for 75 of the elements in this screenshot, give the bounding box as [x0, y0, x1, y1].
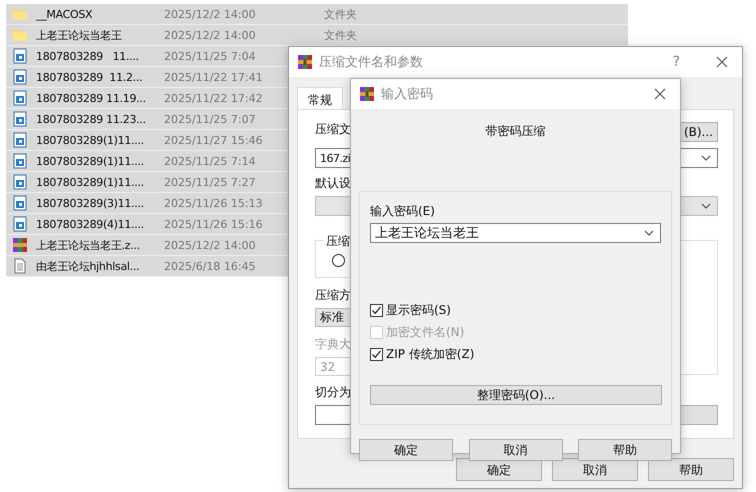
file-date: 2025/6/18 16:45	[164, 260, 257, 272]
file-date: 2025/12/2 14:00	[164, 238, 257, 252]
document-icon	[12, 111, 28, 127]
window-title: 输入密码	[381, 86, 434, 103]
document-icon	[12, 48, 28, 64]
file-name: 由老王论坛hjhhlsal...	[36, 258, 140, 274]
document-icon	[12, 90, 28, 106]
browse-button[interactable]: (B)...	[678, 122, 718, 142]
tab[interactable]: 常规	[297, 87, 343, 109]
file-date: 2025/12/2 14:00	[164, 8, 257, 20]
books-icon	[297, 54, 313, 70]
document-icon	[12, 132, 28, 148]
file-date: 2025/11/22 17:41	[164, 70, 264, 84]
document-icon	[12, 174, 28, 190]
file-name: 1807803289(1)11....	[36, 134, 145, 146]
close-icon[interactable]	[654, 88, 666, 100]
dialog-button[interactable]: 取消	[468, 439, 562, 461]
file-date: 2025/11/26 15:13	[164, 196, 264, 210]
file-name: 上老王论坛当老王	[36, 28, 123, 42]
checkbox-label: 显示密码(S)	[386, 302, 451, 318]
password-field[interactable]: 上老王论坛当老王	[370, 223, 661, 243]
file-name: 1807803289(3)11....	[36, 196, 145, 210]
field-label: 压缩方	[315, 288, 351, 302]
file-date: 2025/11/25 7:27	[164, 176, 257, 188]
chevron-icon	[701, 203, 711, 209]
file-name: 1807803289(4)11....	[36, 218, 145, 230]
checkbox-label: ZIP 传统加密(Z)	[386, 346, 474, 362]
dialog-heading: 带密码压缩	[484, 123, 546, 139]
file-type: 文件夹	[324, 28, 357, 42]
field-label: 输入密码(E)	[370, 204, 436, 218]
file-row[interactable]: 上老王论坛当老王 2025/12/2 14:00 文件夹	[6, 25, 628, 46]
file-date: 2025/11/25 7:14	[164, 154, 257, 168]
dialog-button[interactable]: 帮助	[648, 458, 734, 481]
folder-icon	[12, 6, 28, 22]
file-name: 1807803289 11.2...	[36, 70, 144, 84]
window-title: 压缩文件名和参数	[319, 54, 424, 71]
field-label: 压缩文	[315, 122, 351, 136]
checkbox[interactable]	[370, 348, 383, 360]
document-icon	[12, 195, 28, 211]
file-name: 1807803289 11....	[36, 50, 140, 62]
file-name: 上老王论坛当老王.z...	[36, 238, 141, 252]
file-date: 2025/11/27 15:46	[164, 134, 264, 146]
dialog-button[interactable]: 确定	[359, 439, 453, 461]
file-name: 1807803289(1)11....	[36, 154, 145, 168]
field-label: 字典大	[315, 337, 351, 351]
help-button[interactable]: ?	[672, 54, 680, 70]
file-type: 文件夹	[324, 6, 357, 22]
file-date: 2025/11/25 7:04	[164, 50, 257, 62]
file-name: __MACOSX	[36, 8, 94, 20]
file-name: 1807803289 11.19...	[36, 92, 147, 104]
close-icon[interactable]	[716, 56, 728, 68]
checkbox[interactable]	[370, 304, 383, 316]
file-name: 1807803289 11.23...	[36, 112, 147, 126]
file-date: 2025/11/26 15:16	[164, 218, 264, 230]
field-label: 切分为	[315, 385, 351, 399]
text-file-icon	[12, 258, 28, 274]
chevron-icon	[701, 155, 711, 161]
organize-button[interactable]: 整理密码(O)...	[370, 385, 662, 405]
document-icon	[12, 216, 28, 232]
books-icon	[12, 237, 28, 253]
radio-button[interactable]	[332, 254, 345, 267]
file-date: 2025/11/25 7:07	[164, 112, 257, 126]
field-label: 默认设	[315, 176, 351, 190]
document-icon	[12, 153, 28, 169]
group-label: 压缩	[324, 234, 352, 248]
file-row[interactable]: __MACOSX 2025/12/2 14:00 文件夹	[6, 4, 628, 25]
dialog-button[interactable]: 帮助	[578, 439, 672, 461]
file-date: 2025/12/2 14:00	[164, 28, 257, 42]
file-date: 2025/11/22 17:42	[164, 92, 264, 104]
document-icon	[12, 69, 28, 85]
folder-icon	[12, 27, 28, 43]
chevron-icon	[644, 230, 654, 236]
checkbox-label: 加密文件名(N)	[386, 324, 464, 340]
books-icon	[359, 86, 375, 102]
file-name: 1807803289(1)11....	[36, 176, 145, 188]
